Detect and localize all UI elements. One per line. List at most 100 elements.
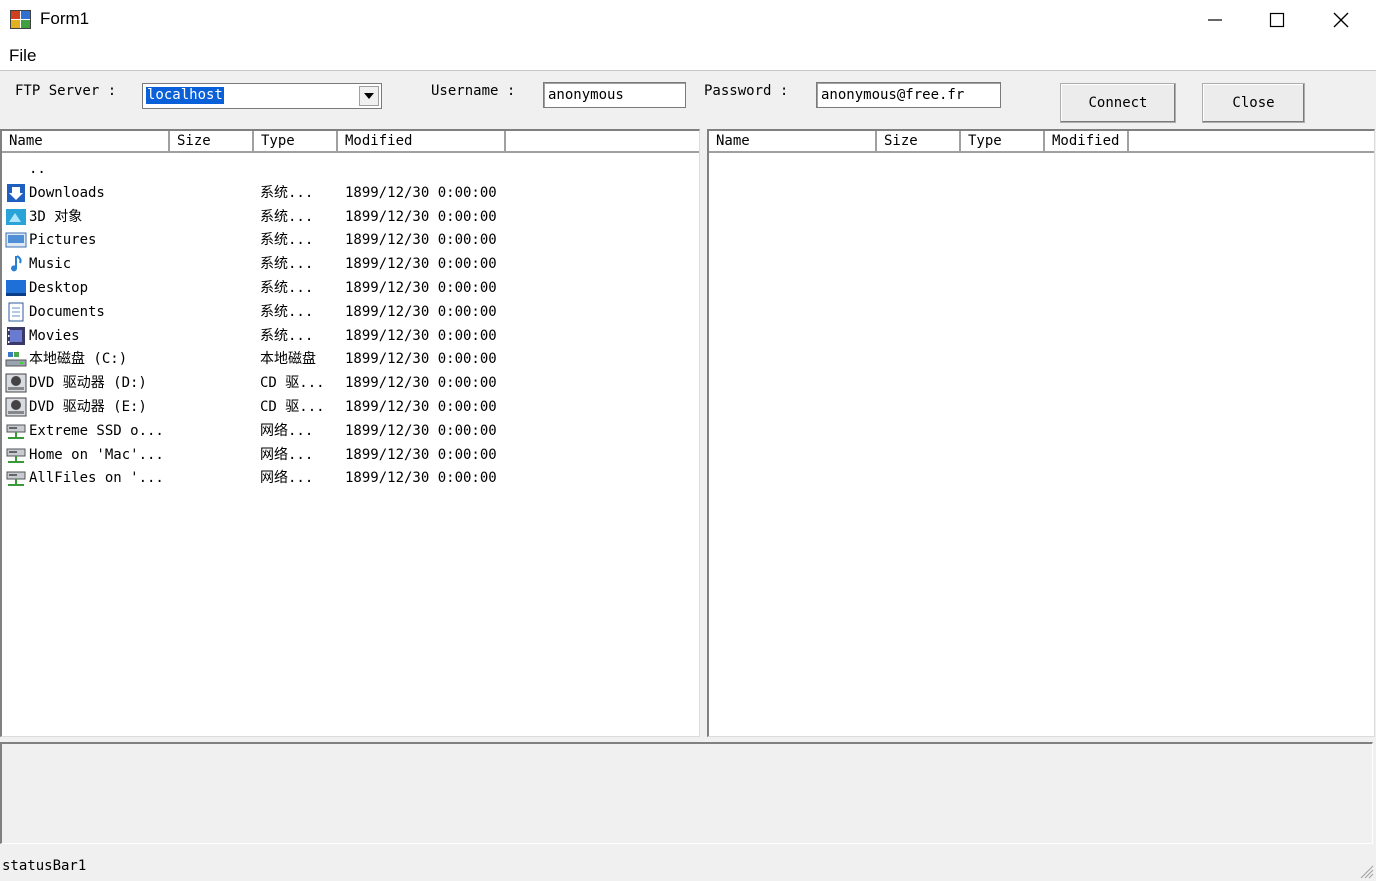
item-type: 系统...: [260, 303, 314, 320]
minimize-icon: [1208, 19, 1222, 21]
window-title: Form1: [40, 9, 90, 28]
item-name: Documents: [29, 303, 105, 320]
item-name: DVD 驱动器 (E:): [29, 398, 147, 415]
password-input[interactable]: [816, 82, 1001, 108]
item-name: ..: [29, 161, 46, 177]
list-item[interactable]: DVD 驱动器 (D:) CD 驱... 1899/12/30 0:00:00: [2, 371, 699, 395]
list-item[interactable]: Downloads 系统... 1899/12/30 0:00:00: [2, 181, 699, 205]
item-type: CD 驱...: [260, 375, 325, 392]
item-name: Movies: [29, 327, 80, 344]
network-drive-icon: [6, 448, 26, 463]
list-item[interactable]: DVD 驱动器 (E:) CD 驱... 1899/12/30 0:00:00: [2, 395, 699, 419]
ftp-server-combobox[interactable]: localhost: [142, 83, 382, 109]
close-window-button[interactable]: [1310, 0, 1372, 40]
item-name: Music: [29, 256, 72, 273]
list-item[interactable]: Extreme SSD o... 网络... 1899/12/30 0:00:00: [2, 419, 699, 443]
status-bar: statusBar1: [0, 850, 1376, 881]
column-header-type[interactable]: Type: [254, 131, 338, 151]
item-name: Desktop: [29, 279, 89, 296]
item-name: Pictures: [29, 232, 97, 249]
username-label: Username :: [431, 83, 516, 99]
item-modified: 1899/12/30 0:00:00: [345, 303, 497, 320]
list-item[interactable]: Music 系统... 1899/12/30 0:00:00: [2, 252, 699, 276]
app-icon: [10, 10, 31, 29]
list-item[interactable]: Documents 系统... 1899/12/30 0:00:00: [2, 300, 699, 324]
movies-icon: [7, 326, 25, 345]
menu-file[interactable]: File: [9, 46, 36, 66]
maximize-icon: [1269, 12, 1285, 28]
list-item[interactable]: AllFiles on '... 网络... 1899/12/30 0:00:00: [2, 466, 699, 490]
music-icon: [11, 255, 22, 272]
connect-button[interactable]: Connect: [1060, 83, 1176, 123]
title-bar: Form1: [0, 0, 1376, 40]
list-item[interactable]: Movies 系统... 1899/12/30 0:00:00: [2, 324, 699, 348]
list-item[interactable]: Desktop 系统... 1899/12/30 0:00:00: [2, 276, 699, 300]
item-name: Downloads: [29, 184, 105, 201]
item-name: Extreme SSD o...: [29, 422, 164, 439]
resize-grip-icon[interactable]: [1358, 863, 1374, 879]
menu-bar: File: [0, 40, 1376, 71]
3d-objects-icon: [6, 208, 26, 225]
item-modified: 1899/12/30 0:00:00: [345, 351, 497, 368]
local-disk-icon: [5, 352, 27, 367]
list-item[interactable]: 本地磁盘 (C:) 本地磁盘 1899/12/30 0:00:00: [2, 347, 699, 371]
pictures-icon: [5, 232, 27, 248]
item-type: 系统...: [260, 256, 314, 273]
remote-file-list[interactable]: Name Size Type Modified: [707, 129, 1375, 737]
item-modified: 1899/12/30 0:00:00: [345, 279, 497, 296]
ftp-server-value[interactable]: localhost: [146, 87, 224, 104]
item-name: 3D 对象: [29, 208, 83, 225]
list-item[interactable]: Home on 'Mac'... 网络... 1899/12/30 0:00:00: [2, 443, 699, 467]
downloads-icon: [7, 183, 25, 202]
item-modified: 1899/12/30 0:00:00: [345, 232, 497, 249]
network-drive-icon: [6, 424, 26, 439]
list-item[interactable]: Pictures 系统... 1899/12/30 0:00:00: [2, 228, 699, 252]
item-type: 系统...: [260, 208, 314, 225]
log-panel[interactable]: [0, 742, 1373, 844]
item-modified: 1899/12/30 0:00:00: [345, 256, 497, 273]
remote-column-header-type[interactable]: Type: [961, 131, 1045, 151]
column-header-modified[interactable]: Modified: [338, 131, 506, 151]
item-name: 本地磁盘 (C:): [29, 351, 128, 368]
item-modified: 1899/12/30 0:00:00: [345, 208, 497, 225]
item-modified: 1899/12/30 0:00:00: [345, 184, 497, 201]
maximize-button[interactable]: [1246, 0, 1308, 40]
status-text: statusBar1: [2, 858, 87, 874]
item-type: 网络...: [260, 446, 314, 463]
remote-column-header-modified[interactable]: Modified: [1045, 131, 1129, 151]
local-file-list[interactable]: Name Size Type Modified .. Downloads 系统...…: [0, 129, 700, 737]
username-input[interactable]: [543, 82, 686, 108]
documents-icon: [8, 302, 24, 322]
item-modified: 1899/12/30 0:00:00: [345, 446, 497, 463]
combo-dropdown-button[interactable]: [359, 86, 379, 106]
item-type: 系统...: [260, 184, 314, 201]
close-button[interactable]: Close: [1202, 83, 1305, 123]
item-modified: 1899/12/30 0:00:00: [345, 327, 497, 344]
remote-list-header: Name Size Type Modified: [709, 131, 1374, 153]
local-rows: .. Downloads 系统... 1899/12/30 0:00:00 3D 对象系…: [2, 157, 699, 490]
ftp-server-label: FTP Server :: [15, 83, 117, 99]
item-type: 网络...: [260, 470, 314, 487]
column-header-name[interactable]: Name: [2, 131, 170, 151]
item-type: 本地磁盘: [260, 351, 316, 368]
close-icon: [1333, 12, 1349, 28]
list-item[interactable]: ..: [2, 157, 699, 181]
item-name: AllFiles on '...: [29, 470, 164, 487]
remote-column-header-name[interactable]: Name: [709, 131, 877, 151]
item-modified: 1899/12/30 0:00:00: [345, 375, 497, 392]
network-drive-icon: [6, 471, 26, 487]
minimize-button[interactable]: [1184, 0, 1246, 40]
item-type: 系统...: [260, 232, 314, 249]
dvd-drive-icon: [5, 373, 27, 393]
remote-column-header-size[interactable]: Size: [877, 131, 961, 151]
item-name: DVD 驱动器 (D:): [29, 375, 147, 392]
list-item[interactable]: 3D 对象 系统... 1899/12/30 0:00:00: [2, 205, 699, 229]
item-type: 网络...: [260, 422, 314, 439]
chevron-down-icon: [364, 93, 374, 99]
item-type: CD 驱...: [260, 398, 325, 415]
item-type: 系统...: [260, 327, 314, 344]
item-name: Home on 'Mac'...: [29, 446, 164, 463]
item-modified: 1899/12/30 0:00:00: [345, 422, 497, 439]
local-list-header: Name Size Type Modified: [2, 131, 699, 153]
column-header-size[interactable]: Size: [170, 131, 254, 151]
